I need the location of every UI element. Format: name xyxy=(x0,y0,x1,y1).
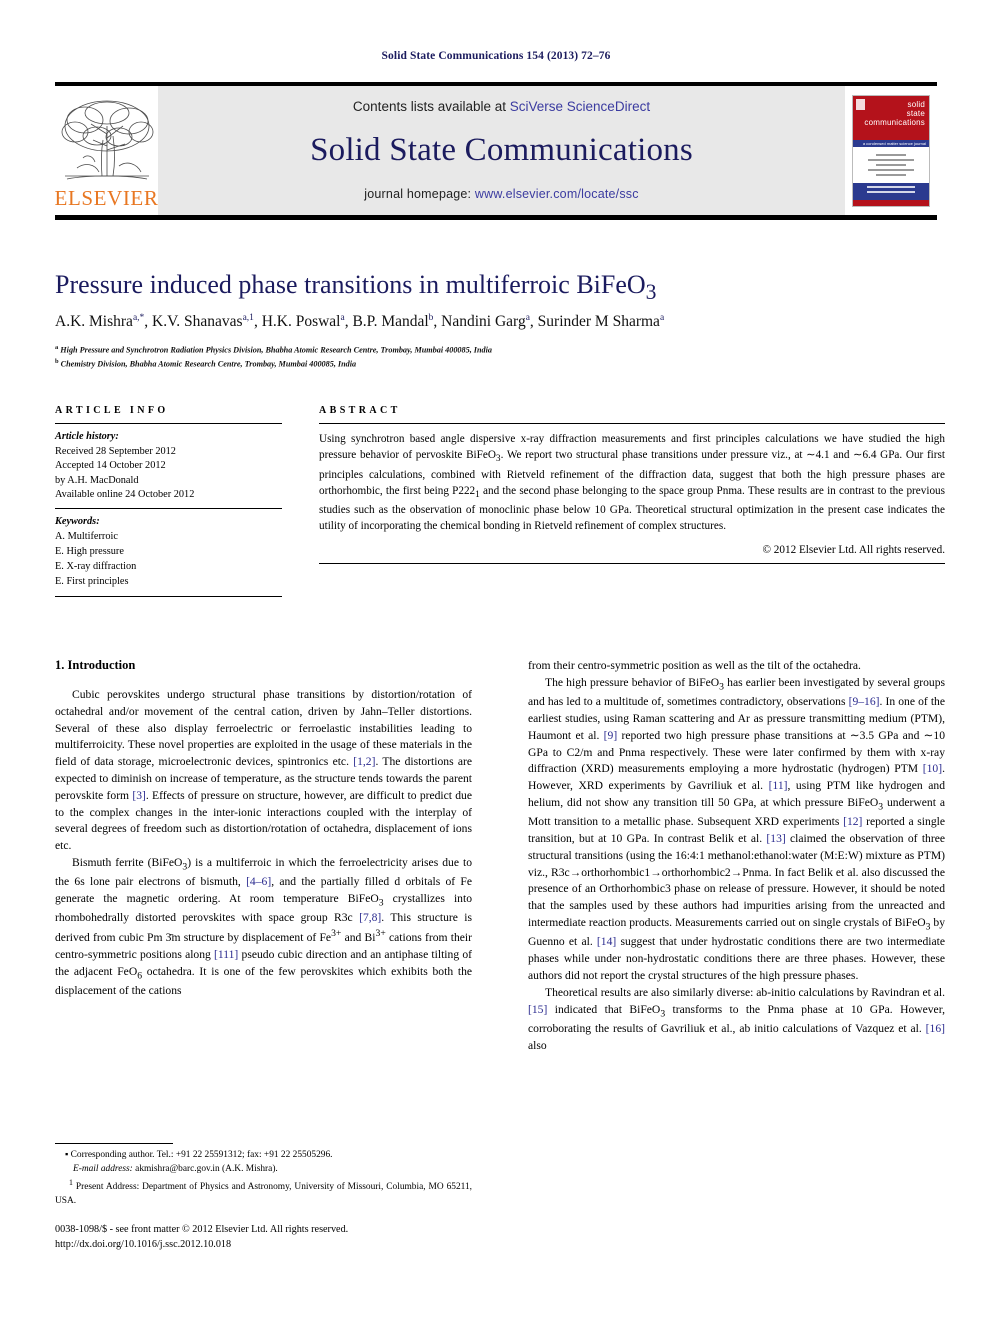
cover-body-lines xyxy=(853,147,929,184)
journal-homepage-line: journal homepage: www.elsevier.com/locat… xyxy=(364,187,638,201)
article-info-abstract-block: ARTICLE INFO Article history: Received 2… xyxy=(55,405,945,597)
author-2-affil: a,1 xyxy=(242,313,254,323)
history-item-2: by A.H. MacDonald xyxy=(55,474,139,486)
cover-tagline: a condensed matter science journal xyxy=(853,140,929,148)
elsevier-logo: ELSEVIER xyxy=(55,86,158,215)
history-item-1: Accepted 14 October 2012 xyxy=(55,460,166,472)
body-column-right: from their centro-symmetric position as … xyxy=(528,658,945,1054)
cover-line-3: communications xyxy=(864,117,925,127)
elsevier-wordmark: ELSEVIER xyxy=(54,186,159,210)
article-history: Article history: Received 28 September 2… xyxy=(55,424,282,508)
keyword-3: E. First principles xyxy=(55,575,129,587)
cover-footer-band xyxy=(853,200,929,206)
article-history-label: Article history: xyxy=(55,431,119,442)
body-column-left: 1. Introduction Cubic perovskites underg… xyxy=(55,658,472,1054)
abstract-text: Using synchrotron based angle dispersive… xyxy=(319,433,945,533)
article-info-heading: ARTICLE INFO xyxy=(55,405,169,416)
footnote-corresponding-text: Corresponding author. Tel.: +91 22 25591… xyxy=(70,1150,333,1160)
affiliations: a High Pressure and Synchrotron Radiatio… xyxy=(55,343,945,370)
keyword-0: A. Multiferroic xyxy=(55,530,118,542)
running-head: Solid State Communications 154 (2013) 72… xyxy=(381,50,611,62)
affiliation-a-marker: a xyxy=(55,344,59,351)
sciencedirect-link[interactable]: SciVerse ScienceDirect xyxy=(510,99,650,114)
footnote-email-label: E-mail address: xyxy=(73,1163,133,1174)
author-2: K.V. Shanavas xyxy=(152,313,243,331)
keywords-list: Keywords: A. Multiferroic E. High pressu… xyxy=(55,509,282,596)
elsevier-tree-icon xyxy=(61,100,153,180)
issn-line: 0038-1098/$ - see front matter © 2012 El… xyxy=(55,1224,349,1235)
author-3-affil: a xyxy=(340,313,345,323)
footnotes-block: ▪ Corresponding author. Tel.: +91 22 255… xyxy=(55,1143,472,1209)
footnote-rule xyxy=(55,1143,173,1144)
affiliation-a: a High Pressure and Synchrotron Radiatio… xyxy=(55,343,945,357)
abstract-column: ABSTRACT Using synchrotron based angle d… xyxy=(282,405,945,597)
cover-line-2: state xyxy=(906,108,925,118)
page-title: Pressure induced phase transitions in mu… xyxy=(55,270,945,305)
author-4-affil: b xyxy=(428,313,434,323)
journal-homepage-link[interactable]: www.elsevier.com/locate/ssc xyxy=(475,187,639,201)
affiliation-b-text: Chemistry Division, Bhabha Atomic Resear… xyxy=(60,359,357,369)
affiliation-b: b Chemistry Division, Bhabha Atomic Rese… xyxy=(55,357,945,371)
journal-title: Solid State Communications xyxy=(310,132,693,169)
history-item-0: Received 28 September 2012 xyxy=(55,445,176,457)
article-info-rule-bottom xyxy=(55,595,282,597)
author-5: Nandini Garg xyxy=(441,313,526,331)
paper-page: Solid State Communications 154 (2013) 72… xyxy=(0,0,992,1323)
article-info-column: ARTICLE INFO Article history: Received 2… xyxy=(55,405,282,597)
author-5-affil: a xyxy=(525,313,530,323)
author-6: Surinder M Sharma xyxy=(537,313,660,331)
footnote-marker-1: 1 xyxy=(69,1177,73,1187)
paragraph-right-0: from their centro-symmetric position as … xyxy=(528,659,861,672)
keywords-label: Keywords: xyxy=(55,516,100,528)
footnote-email-value[interactable]: akmishra@barc.gov.in (A.K. Mishra). xyxy=(135,1164,278,1174)
masthead-center: Contents lists available at SciVerse Sci… xyxy=(158,86,845,215)
cover-header: solid state communications xyxy=(853,95,929,141)
author-1: A.K. Mishra xyxy=(55,313,133,331)
imprint-block: 0038-1098/$ - see front matter © 2012 El… xyxy=(55,1222,525,1253)
footnote-corresponding: ▪ Corresponding author. Tel.: +91 22 255… xyxy=(65,1150,333,1160)
author-6-affil: a xyxy=(659,313,665,323)
author-1-affil: a,* xyxy=(132,313,145,323)
cover-footer-lines xyxy=(853,183,929,201)
homepage-prefix: journal homepage: xyxy=(364,186,475,201)
doi-line[interactable]: http://dx.doi.org/10.1016/j.ssc.2012.10.… xyxy=(55,1237,525,1252)
author-list: A.K. Mishraa,*, K.V. Shanavasa,1, H.K. P… xyxy=(55,313,665,331)
keyword-2: E. X-ray diffraction xyxy=(55,560,137,572)
paragraph-left-1: Bismuth ferrite (BiFeO3) is a multiferro… xyxy=(55,855,473,997)
history-item-3: Available online 24 October 2012 xyxy=(55,489,195,501)
affiliation-b-marker: b xyxy=(55,357,59,365)
contents-lists-line: Contents lists available at SciVerse Sci… xyxy=(353,99,650,114)
paragraph-right-2: Theoretical results are also similarly d… xyxy=(528,985,945,1052)
abstract-rule-bottom xyxy=(319,563,945,565)
contents-prefix: Contents lists available at xyxy=(352,99,510,114)
cover-badge-icon xyxy=(856,98,865,110)
journal-cover-thumbnail: solid state communications a condensed m… xyxy=(845,86,937,215)
abstract-heading: ABSTRACT xyxy=(319,405,401,416)
section-heading-introduction: 1. Introduction xyxy=(55,658,136,672)
title-subscript: 3 xyxy=(645,280,657,305)
footnote-present-address: 1 Present Address: Department of Physics… xyxy=(55,1177,472,1209)
journal-masthead: ELSEVIER Contents lists available at Sci… xyxy=(55,82,937,220)
body-columns: 1. Introduction Cubic perovskites underg… xyxy=(55,658,945,1054)
author-4: B.P. Mandal xyxy=(352,313,429,331)
title-text: Pressure induced phase transitions in mu… xyxy=(55,270,646,299)
paragraph-left-0: Cubic perovskites undergo structural pha… xyxy=(55,688,472,853)
keyword-1: E. High pressure xyxy=(55,545,124,557)
author-3: H.K. Poswal xyxy=(261,313,341,331)
footnote-present-address-text: Present Address: Department of Physics a… xyxy=(55,1181,473,1206)
affiliation-a-text: High Pressure and Synchrotron Radiation … xyxy=(60,345,493,355)
abstract-copyright: © 2012 Elsevier Ltd. All rights reserved… xyxy=(762,544,946,557)
footnote-email: E-mail address: akmishra@barc.gov.in (A.… xyxy=(55,1163,472,1177)
paragraph-right-1: The high pressure behavior of BiFeO3 has… xyxy=(528,675,946,982)
cover-image: solid state communications a condensed m… xyxy=(852,94,930,207)
